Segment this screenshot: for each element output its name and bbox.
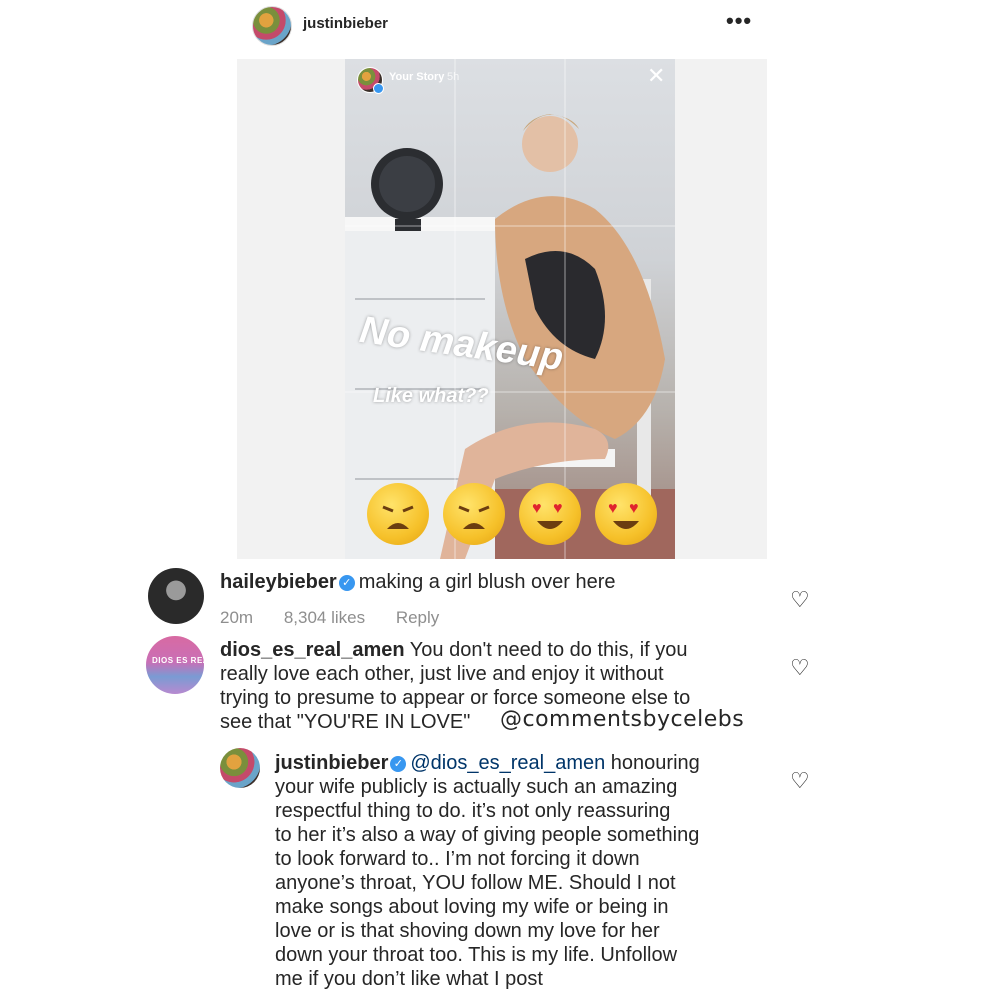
comment-line: me if you don’t like what I post	[275, 968, 543, 990]
svg-text:♥: ♥	[553, 500, 563, 517]
comment-line: your wife publicly is actually such an a…	[275, 776, 678, 798]
comment-likes[interactable]: 8,304 likes	[284, 608, 365, 627]
commenter-avatar[interactable]	[220, 748, 260, 788]
weary-face-icon	[443, 483, 505, 545]
comment-time: 20m	[220, 608, 254, 627]
story-close-icon[interactable]: ✕	[647, 63, 665, 89]
svg-text:♥: ♥	[532, 500, 542, 517]
comment-line: make songs about loving my wife or being…	[275, 896, 669, 918]
more-options-icon[interactable]: •••	[726, 8, 752, 34]
commenter-avatar[interactable]	[148, 568, 204, 624]
weary-face-icon	[367, 483, 429, 545]
comment-line: love or is that shoving down my love for…	[275, 920, 660, 942]
verified-badge-icon: ✓	[390, 756, 407, 772]
comment-line: justinbieber ✓ @dios_es_real_amen honourin…	[275, 751, 700, 775]
story-label: Your Story	[389, 71, 445, 83]
story-text-sub: Like what??	[373, 385, 489, 407]
like-heart-icon[interactable]: ♡	[790, 655, 810, 681]
comment-line: to look forward to.. I’m not forcing it …	[275, 848, 640, 870]
comment-line: see that "YOU'RE IN LOVE"	[220, 711, 471, 733]
story-screenshot[interactable]: Your Story 5h ✕ No makeup Like what?? ♥ ♥…	[345, 59, 675, 559]
comment-line: dios_es_real_amen You don't need to do t…	[220, 638, 688, 662]
watermark-text: @commentsbycelebs	[500, 707, 745, 732]
comment-line: really love each other, just live and en…	[220, 663, 664, 685]
svg-text:♥: ♥	[629, 500, 639, 517]
like-heart-icon[interactable]: ♡	[790, 768, 810, 794]
comment-meta: 20m 8,304 likes Reply	[220, 608, 439, 628]
comment-line: respectful thing to do. it’s not only re…	[275, 800, 671, 822]
verified-badge-icon: ✓	[338, 575, 355, 591]
svg-text:♥: ♥	[608, 500, 618, 517]
post-author-username[interactable]: justinbieber	[303, 15, 388, 32]
comment-username[interactable]: dios_es_real_amen	[220, 639, 405, 661]
story-add-badge-icon	[373, 83, 384, 94]
heart-eyes-icon: ♥ ♥	[519, 483, 581, 545]
comment-line: anyone’s throat, YOU follow ME. Should I…	[275, 872, 676, 894]
comment-text: honouring	[610, 752, 700, 774]
comment-mention[interactable]: @dios_es_real_amen	[410, 752, 605, 774]
comment-line: down your throat too. This is my life. U…	[275, 944, 678, 966]
like-heart-icon[interactable]: ♡	[790, 587, 810, 613]
reply-button[interactable]: Reply	[396, 608, 439, 627]
comment-username[interactable]: haileybieber	[220, 571, 337, 593]
comment-text: making a girl blush over here	[358, 571, 616, 593]
comment-haileybieber: haileybieber ✓ making a girl blush over he…	[220, 570, 616, 594]
heart-eyes-icon: ♥ ♥	[595, 483, 657, 545]
comment-text: You don't need to do this, if you	[409, 639, 688, 661]
commenter-avatar[interactable]	[146, 636, 204, 694]
post-author-avatar[interactable]	[252, 6, 292, 46]
avatar-logo-text: DIOS ES REAL	[152, 656, 215, 665]
comment-line: to her it’s also a way of giving people …	[275, 824, 700, 846]
comment-username[interactable]: justinbieber	[275, 752, 388, 774]
story-time: 5h	[447, 71, 460, 83]
